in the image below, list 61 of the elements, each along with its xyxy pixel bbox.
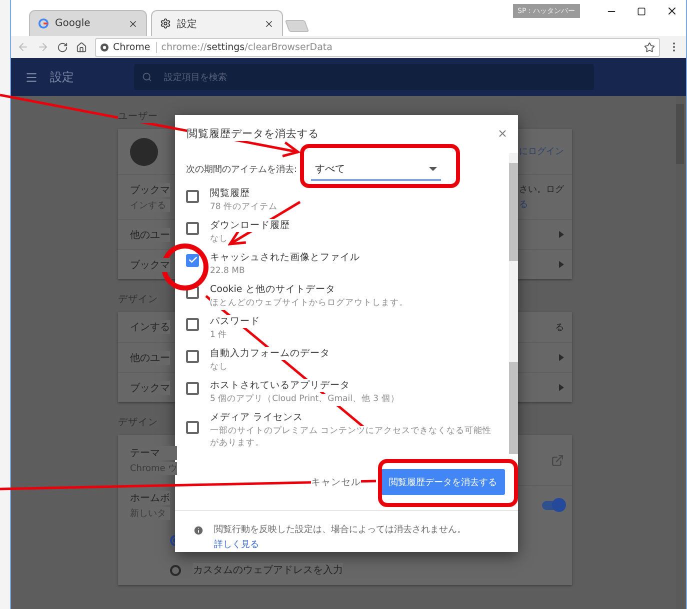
period-dropdown[interactable]: すべて [311, 158, 442, 181]
google-icon [38, 18, 49, 29]
item-title: メディア ライセンス [210, 410, 304, 424]
setting-label: インする [130, 320, 170, 334]
item-title: Cookie と他のサイトデータ [210, 282, 336, 296]
checkbox[interactable] [186, 350, 199, 363]
radio-label: カスタムのウェブアドレスを入力 [193, 563, 343, 577]
period-label: 次の期間のアイテムを消去: [186, 164, 298, 176]
avatar-icon [130, 138, 158, 166]
note-text: 閲覧行動を反映した設定は、場合によっては消去されません。 [214, 525, 466, 536]
item-title: 自動入力フォームのデータ [210, 346, 330, 360]
annotation-circle [162, 244, 208, 290]
info-icon [193, 525, 204, 536]
item-detail: なし [210, 234, 228, 246]
search-icon [142, 72, 152, 82]
checkbox[interactable] [186, 382, 199, 395]
home-button-toggle[interactable] [542, 501, 564, 510]
close-icon[interactable] [666, 5, 678, 17]
page-title: 設定 [50, 68, 75, 86]
clear-data-button[interactable]: 閲覧履歴データを消去する [381, 469, 505, 496]
menu-icon[interactable] [25, 70, 38, 84]
setting-description: さい。ログ [519, 184, 564, 196]
item-title: 閲覧履歴 [210, 186, 250, 200]
setting-label: ブックマ [130, 258, 170, 272]
close-tab-icon[interactable] [128, 18, 138, 28]
setting-label: 他のユー [130, 350, 170, 364]
expand-arrow-icon[interactable] [559, 261, 564, 268]
setting-description: る [555, 322, 564, 334]
settings-icon [160, 18, 171, 29]
setting-label: ブックマ [130, 182, 170, 196]
address-bar[interactable]: Chrome chrome://settings/clearBrowserData [95, 38, 660, 56]
maximize-icon[interactable] [637, 6, 646, 16]
expand-arrow-icon[interactable] [559, 231, 564, 238]
dialog-title: 閲覧履歴データを消去する [187, 126, 319, 141]
setting-label: ホームボ [130, 491, 170, 505]
home-icon[interactable] [76, 42, 87, 52]
item-title: キャッシュされた画像とファイル [210, 250, 360, 264]
scrollbar[interactable] [509, 152, 518, 454]
item-title: パスワード [210, 314, 260, 328]
radio-button[interactable] [170, 564, 181, 576]
checkbox[interactable] [186, 318, 199, 331]
checkbox[interactable] [186, 420, 199, 434]
setting-label: ブックマ [130, 380, 170, 394]
chrome-icon [100, 42, 109, 52]
checkbox[interactable] [186, 254, 199, 267]
expand-arrow-icon[interactable] [559, 384, 564, 391]
cancel-button[interactable]: キャンセル [311, 476, 361, 489]
checkbox[interactable] [186, 190, 199, 203]
close-tab-icon[interactable] [264, 18, 274, 28]
expand-arrow-icon[interactable] [559, 354, 564, 361]
checkbox[interactable] [186, 222, 199, 235]
item-title: ホストされているアプリデータ [210, 378, 350, 392]
item-detail: 78 件のアイテム [210, 202, 278, 214]
browser-tab[interactable]: Google [29, 10, 147, 36]
learn-more-link[interactable]: 詳しく見る [214, 540, 259, 550]
reload-icon[interactable] [57, 42, 68, 52]
item-title: ダウンロード履歴 [210, 218, 290, 232]
setting-label: 他のユー [130, 228, 170, 242]
browser-tab[interactable]: 設定 [151, 10, 283, 36]
setting-label: テーマ [130, 446, 178, 460]
bookmark-star-icon[interactable] [644, 42, 655, 52]
